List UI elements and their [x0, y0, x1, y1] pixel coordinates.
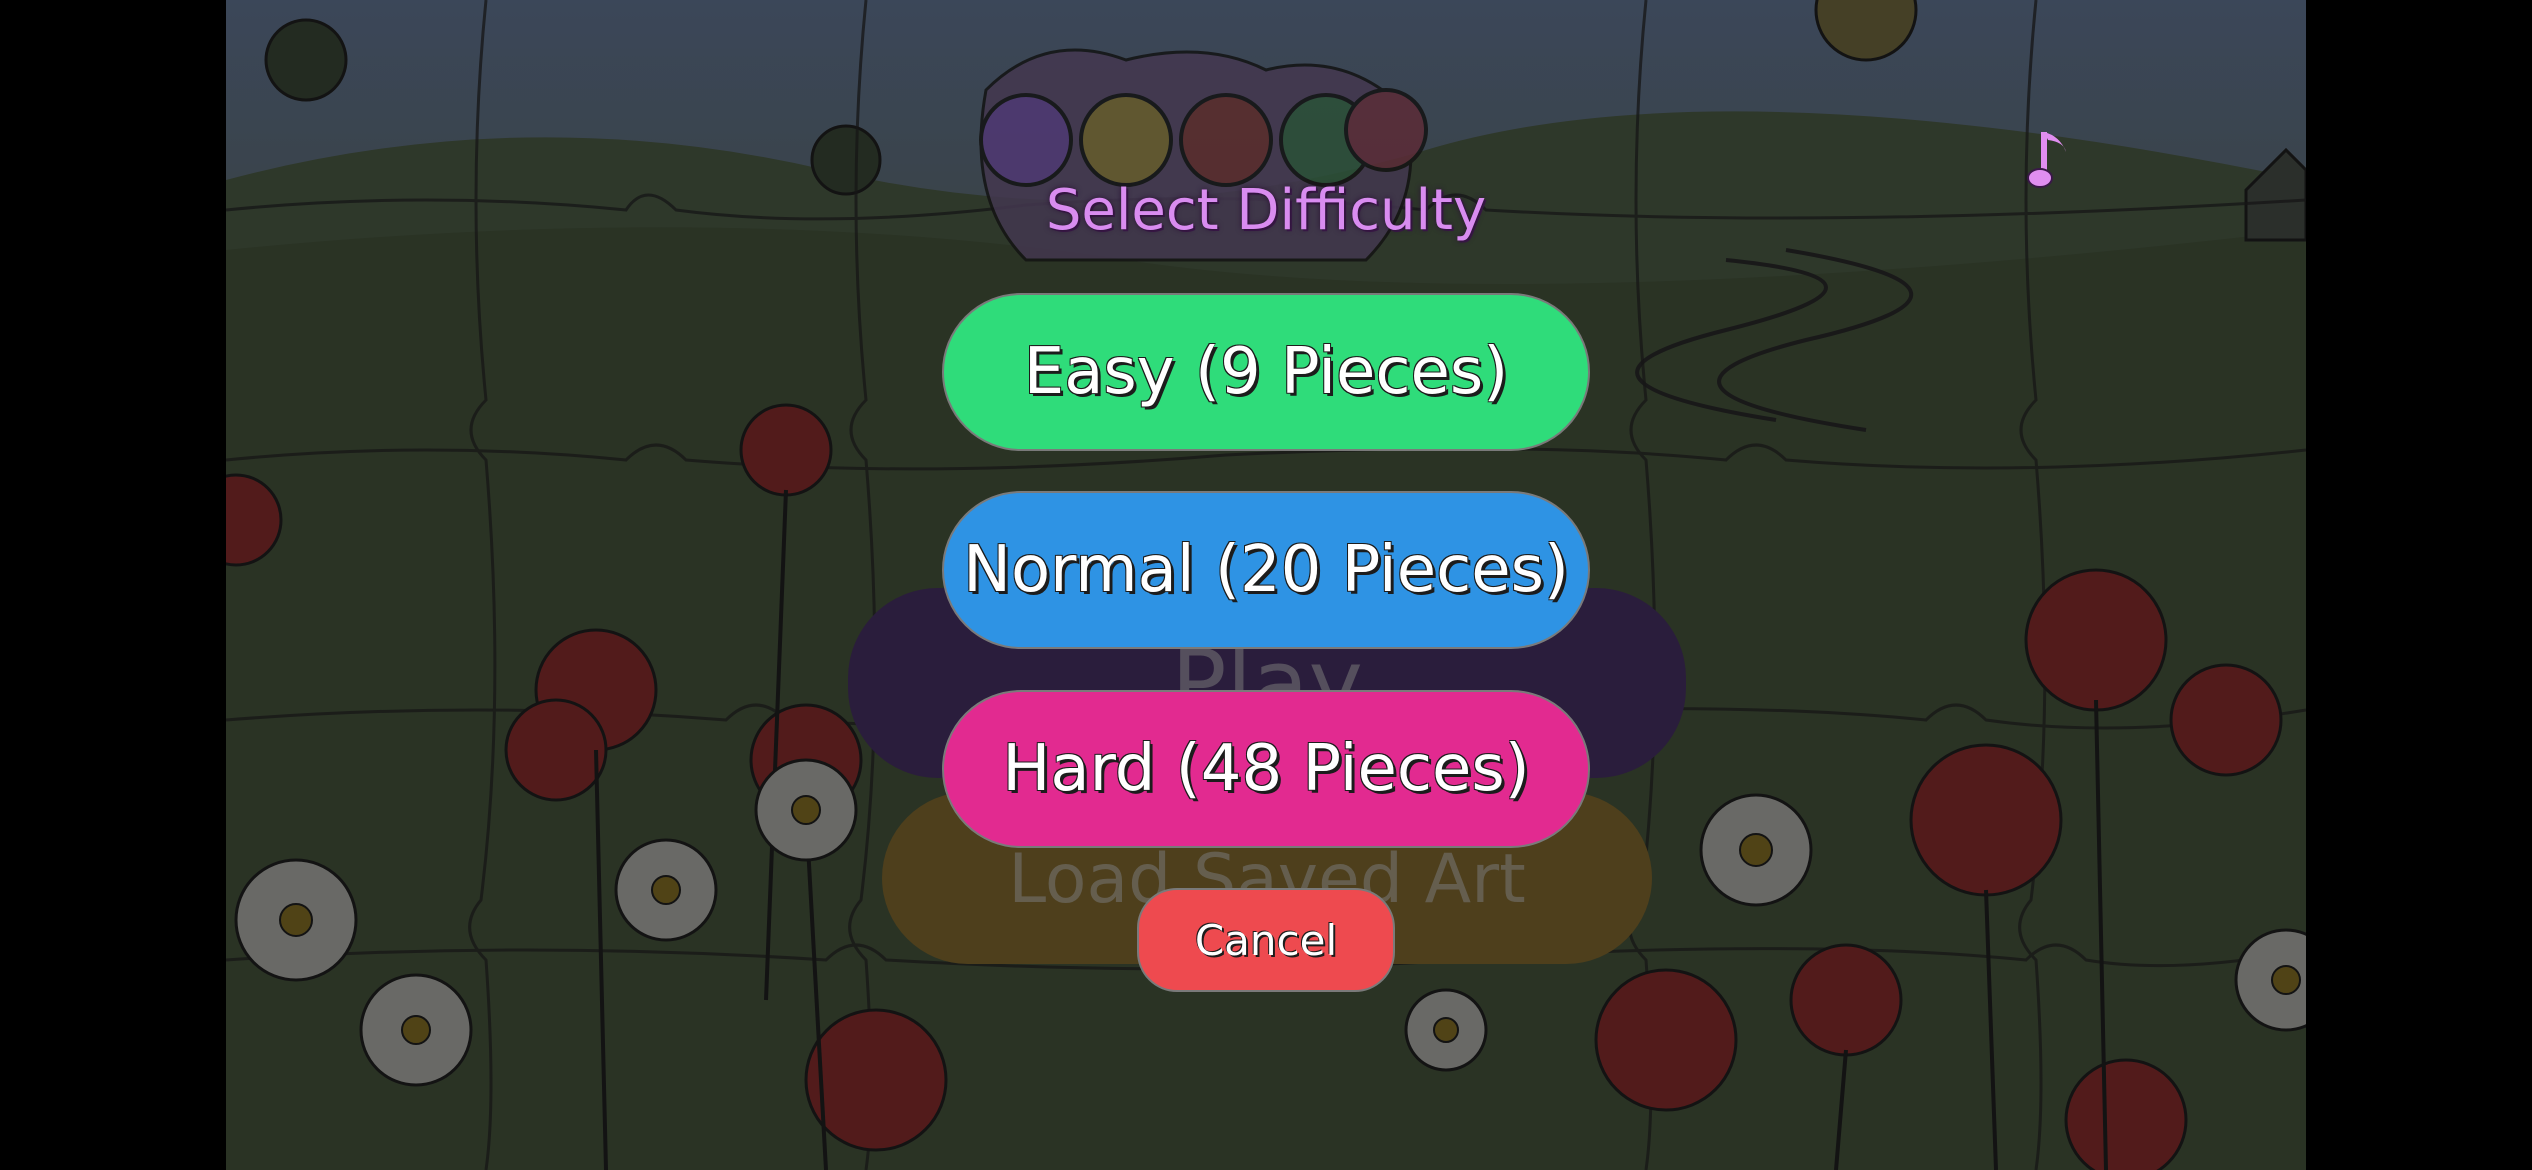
easy-button-label: Easy (9 Pieces)	[1023, 335, 1509, 409]
easy-difficulty-button[interactable]: Easy (9 Pieces)	[942, 293, 1590, 451]
cancel-button-label: Cancel	[1194, 915, 1338, 965]
normal-button-label: Normal (20 Pieces)	[963, 533, 1569, 607]
hard-difficulty-button[interactable]: Hard (48 Pieces)	[942, 690, 1590, 848]
normal-difficulty-button[interactable]: Normal (20 Pieces)	[942, 491, 1590, 649]
hard-button-label: Hard (48 Pieces)	[1002, 732, 1530, 806]
cancel-button[interactable]: Cancel	[1137, 888, 1395, 992]
dialog-title: Select Difficulty	[1045, 178, 1487, 243]
